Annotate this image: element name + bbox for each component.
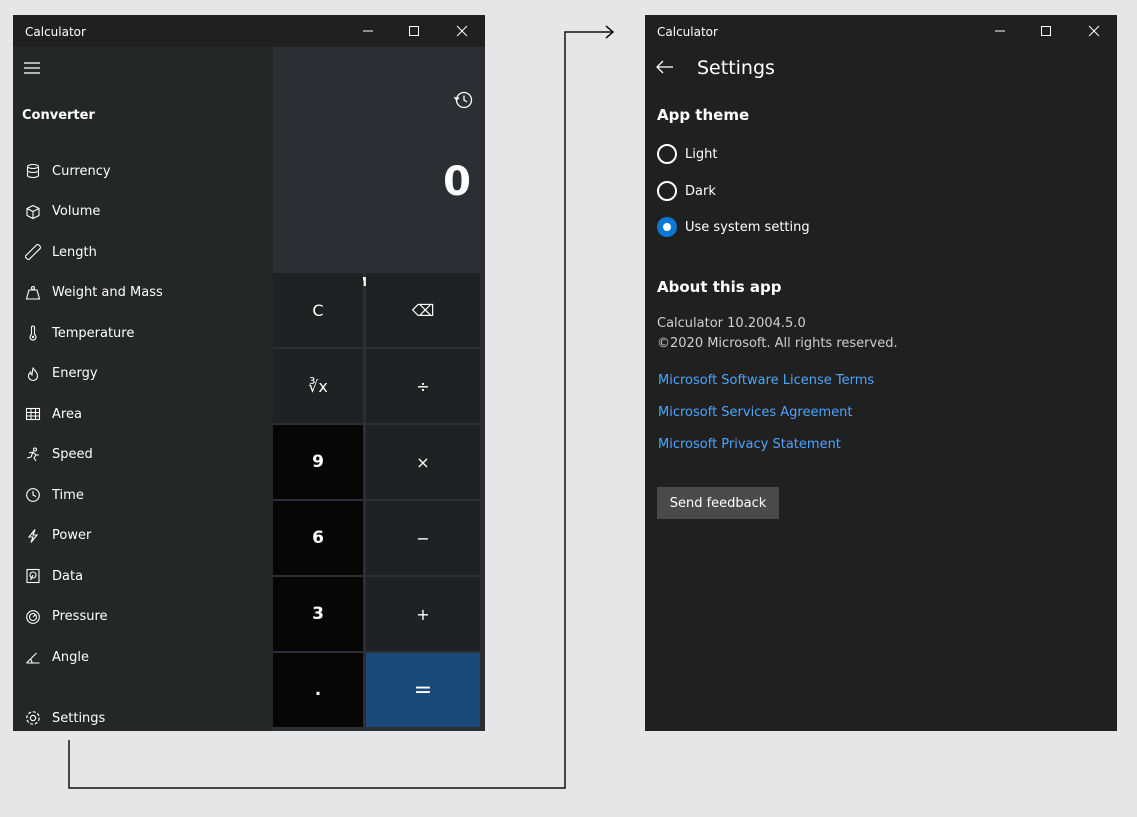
title-bar: Calculator bbox=[645, 15, 1117, 47]
area-icon bbox=[23, 404, 43, 424]
about-heading: About this app bbox=[657, 278, 782, 296]
key-8[interactable]: 3 bbox=[273, 577, 363, 651]
nav-item-label: Volume bbox=[52, 204, 101, 219]
pressure-icon bbox=[23, 607, 43, 627]
radio-button[interactable] bbox=[657, 181, 677, 201]
weight-icon bbox=[23, 283, 43, 303]
nav-section-heading: Converter bbox=[22, 108, 95, 123]
nav-item-weight-and-mass[interactable]: Weight and Mass bbox=[13, 273, 273, 313]
nav-item-label: Power bbox=[52, 528, 92, 543]
maximize-button[interactable] bbox=[391, 15, 437, 47]
nav-item-label: Length bbox=[52, 244, 97, 260]
key-3[interactable]: ÷ bbox=[366, 349, 480, 423]
key-7[interactable]: − bbox=[366, 501, 480, 575]
length-icon bbox=[23, 242, 43, 262]
nav-item-label: Temperature bbox=[52, 325, 135, 341]
result-display: 0 bbox=[443, 159, 471, 205]
minimize-button[interactable] bbox=[977, 15, 1023, 47]
key-0[interactable]: C bbox=[273, 273, 363, 347]
maximize-button[interactable] bbox=[1023, 15, 1069, 47]
close-button[interactable] bbox=[439, 15, 485, 47]
send-feedback-button[interactable]: Send feedback bbox=[657, 487, 779, 519]
theme-option-dark[interactable]: Dark bbox=[657, 180, 716, 202]
volume-icon bbox=[23, 202, 43, 222]
radio-button[interactable] bbox=[657, 217, 677, 237]
app-theme-heading: App theme bbox=[657, 106, 750, 124]
close-icon bbox=[456, 25, 468, 37]
nav-item-pressure[interactable]: Pressure bbox=[13, 597, 273, 637]
nav-item-power[interactable]: Power bbox=[13, 516, 273, 556]
nav-item-speed[interactable]: Speed bbox=[13, 435, 273, 475]
legal-link-0[interactable]: Microsoft Software License Terms bbox=[658, 373, 874, 388]
key-4[interactable]: 9 bbox=[273, 425, 363, 499]
nav-item-label: Energy bbox=[52, 366, 98, 381]
nav-item-currency[interactable]: Currency bbox=[13, 151, 273, 191]
key-1[interactable]: ⌫ bbox=[366, 273, 480, 347]
radio-label: Use system setting bbox=[685, 219, 810, 235]
nav-item-label: Currency bbox=[52, 163, 111, 179]
copyright-text: ©2020 Microsoft. All rights reserved. bbox=[657, 336, 898, 351]
minimize-icon bbox=[363, 30, 373, 32]
history-icon[interactable] bbox=[453, 89, 475, 111]
nav-item-angle[interactable]: Angle bbox=[13, 637, 273, 677]
data-icon bbox=[23, 566, 43, 586]
angle-icon bbox=[23, 647, 43, 667]
title-bar: Calculator bbox=[13, 15, 485, 47]
navigation-pane: Converter Currency Volume Length Weight and… bbox=[13, 47, 273, 731]
nav-item-data[interactable]: Data bbox=[13, 556, 273, 596]
page-title: Settings bbox=[697, 57, 775, 79]
currency-icon bbox=[23, 161, 43, 181]
nav-item-volume[interactable]: Volume bbox=[13, 192, 273, 232]
time-icon bbox=[23, 485, 43, 505]
nav-item-label: Pressure bbox=[52, 609, 108, 624]
speed-icon bbox=[23, 445, 43, 465]
key-5[interactable]: × bbox=[366, 425, 480, 499]
legal-link-1[interactable]: Microsoft Services Agreement bbox=[658, 405, 852, 420]
calculator-window-nav-open: 0 M- MS M˅ C⌫∛x÷9×6−3+.= Calculator Conv… bbox=[13, 15, 485, 731]
settings-window: Calculator Settings App theme Light Dark U… bbox=[645, 15, 1117, 731]
window-title: Calculator bbox=[25, 25, 86, 39]
hamburger-menu-icon[interactable] bbox=[24, 61, 42, 75]
key-11[interactable]: = bbox=[366, 653, 480, 727]
nav-item-label: Angle bbox=[52, 649, 89, 665]
back-arrow-icon[interactable] bbox=[655, 57, 675, 77]
minimize-icon bbox=[995, 30, 1005, 32]
legal-link-2[interactable]: Microsoft Privacy Statement bbox=[658, 437, 841, 452]
theme-option-use-system-setting[interactable]: Use system setting bbox=[657, 216, 810, 238]
nav-item-label: Settings bbox=[52, 710, 106, 726]
key-10[interactable]: . bbox=[273, 653, 363, 727]
nav-item-area[interactable]: Area bbox=[13, 394, 273, 434]
nav-item-label: Data bbox=[52, 568, 84, 584]
window-title: Calculator bbox=[657, 25, 718, 39]
nav-item-time[interactable]: Time bbox=[13, 475, 273, 515]
nav-item-energy[interactable]: Energy bbox=[13, 354, 273, 394]
temperature-icon bbox=[23, 323, 43, 343]
gear-icon bbox=[23, 708, 43, 728]
power-icon bbox=[23, 526, 43, 546]
energy-icon bbox=[23, 364, 43, 384]
nav-item-label: Weight and Mass bbox=[52, 285, 163, 300]
radio-button[interactable] bbox=[657, 144, 677, 164]
key-2[interactable]: ∛x bbox=[273, 349, 363, 423]
radio-label: Dark bbox=[685, 183, 716, 199]
version-text: Calculator 10.2004.5.0 bbox=[657, 316, 806, 331]
nav-item-length[interactable]: Length bbox=[13, 232, 273, 272]
maximize-icon bbox=[409, 26, 419, 36]
nav-item-temperature[interactable]: Temperature bbox=[13, 313, 273, 353]
key-6[interactable]: 6 bbox=[273, 501, 363, 575]
theme-option-light[interactable]: Light bbox=[657, 143, 717, 165]
minimize-button[interactable] bbox=[345, 15, 391, 47]
nav-item-settings[interactable]: Settings bbox=[13, 698, 273, 731]
key-9[interactable]: + bbox=[366, 577, 480, 651]
nav-item-label: Area bbox=[52, 406, 82, 422]
nav-item-label: Speed bbox=[52, 447, 93, 462]
nav-item-label: Time bbox=[52, 487, 84, 503]
close-icon bbox=[1088, 25, 1100, 37]
radio-label: Light bbox=[685, 146, 718, 162]
close-button[interactable] bbox=[1071, 15, 1117, 47]
maximize-icon bbox=[1041, 26, 1051, 36]
